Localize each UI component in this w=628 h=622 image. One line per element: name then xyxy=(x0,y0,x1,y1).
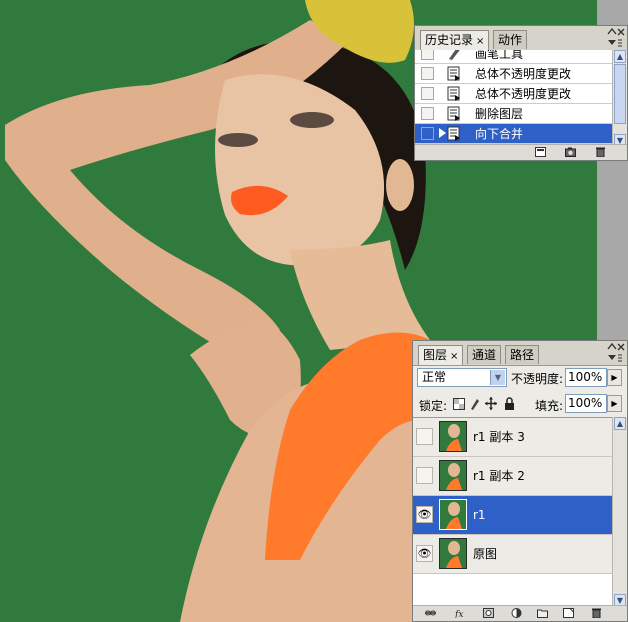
history-state-icon xyxy=(447,126,460,141)
tab-layers-label: 图层 xyxy=(423,348,448,362)
lock-image-pixels-brush-icon[interactable] xyxy=(469,397,481,410)
layer-row[interactable]: 👁 原图 xyxy=(413,535,612,574)
new-layer-icon[interactable] xyxy=(563,608,574,618)
layers-tabbar: 图层 × 通道 路径 xyxy=(413,341,627,366)
tab-channels-label: 通道 xyxy=(472,348,497,362)
scroll-thumb[interactable] xyxy=(614,64,626,124)
blend-mode-value: 正常 xyxy=(422,370,447,384)
group-folder-icon[interactable] xyxy=(537,608,548,618)
tab-paths-label: 路径 xyxy=(510,348,535,362)
brush-icon xyxy=(449,50,460,60)
blend-opacity-row: 正常 ▼ 不透明度: 100% ▶ xyxy=(413,366,627,392)
collapse-icon[interactable] xyxy=(607,27,625,39)
history-item-label: 删除图层 xyxy=(475,107,524,121)
opacity-label: 不透明度: xyxy=(511,372,564,386)
layer-thumbnail[interactable] xyxy=(439,460,467,491)
blend-mode-select[interactable]: 正常 ▼ xyxy=(417,368,507,387)
layer-name[interactable]: r1 副本 2 xyxy=(473,457,525,495)
history-item-label: 总体不透明度更改 xyxy=(475,67,572,81)
trash-icon[interactable] xyxy=(595,147,606,157)
right-eye xyxy=(290,112,334,128)
history-state-icon xyxy=(447,106,460,121)
tab-channels[interactable]: 通道 xyxy=(467,345,502,364)
mask-icon[interactable] xyxy=(483,608,494,618)
history-item-label: 向下合并 xyxy=(475,127,524,141)
fill-input[interactable]: 100% xyxy=(565,394,607,413)
history-tabbar: 历史记录 × 动作 xyxy=(415,26,627,51)
chevron-down-icon: ▼ xyxy=(490,370,505,385)
svg-text:fx: fx xyxy=(455,610,463,618)
history-item-label: 画笔工具 xyxy=(475,50,524,61)
layers-scrollbar[interactable]: ▲ ▼ xyxy=(612,417,627,607)
scroll-up-icon[interactable]: ▲ xyxy=(614,50,626,63)
lock-transparent-pixels-icon[interactable] xyxy=(453,398,465,410)
history-footer xyxy=(415,144,627,160)
layer-name[interactable]: r1 xyxy=(473,496,486,534)
panel-menu-icon[interactable] xyxy=(607,354,623,365)
history-item[interactable]: 总体不透明度更改 xyxy=(415,84,612,104)
adjustment-layer-icon[interactable] xyxy=(511,608,522,618)
layers-list[interactable]: r1 副本 3 r1 副本 2 👁 r1 👁 原图 xyxy=(413,417,612,608)
opacity-value: 100% xyxy=(568,370,603,384)
tab-layers[interactable]: 图层 × xyxy=(418,345,464,365)
snapshot-source-checkbox[interactable] xyxy=(421,87,434,100)
trash-icon[interactable] xyxy=(591,608,602,618)
visibility-toggle-off[interactable] xyxy=(416,467,433,484)
history-state-icon xyxy=(447,86,460,101)
close-icon[interactable]: × xyxy=(476,36,484,47)
snapshot-source-checkbox[interactable] xyxy=(421,50,434,60)
history-item[interactable]: 删除图层 xyxy=(415,104,612,124)
lock-position-move-icon[interactable] xyxy=(485,397,497,410)
close-icon[interactable]: × xyxy=(450,351,458,362)
history-scrollbar[interactable]: ▲ ▼ xyxy=(612,50,627,147)
tab-actions-label: 动作 xyxy=(498,33,523,47)
history-state-icon xyxy=(447,66,460,81)
layer-name[interactable]: r1 副本 3 xyxy=(473,418,525,456)
visibility-toggle-off[interactable] xyxy=(416,428,433,445)
history-item[interactable]: 总体不透明度更改 xyxy=(415,64,612,84)
eye-icon[interactable]: 👁 xyxy=(416,506,433,523)
left-eye xyxy=(218,133,258,147)
tab-paths[interactable]: 路径 xyxy=(505,345,540,364)
snapshot-source-checkbox[interactable] xyxy=(421,127,434,140)
history-item-label: 总体不透明度更改 xyxy=(475,87,572,101)
eye-icon[interactable]: 👁 xyxy=(416,545,433,562)
layer-name[interactable]: 原图 xyxy=(473,535,497,573)
new-document-from-state-icon[interactable] xyxy=(535,147,546,157)
lock-all-padlock-icon[interactable] xyxy=(504,397,515,410)
tab-history[interactable]: 历史记录 × xyxy=(420,30,490,50)
lock-fill-row: 锁定: 填充: 100% ▶ xyxy=(413,392,627,418)
layer-thumbnail[interactable] xyxy=(439,421,467,452)
panel-menu-icon[interactable] xyxy=(607,39,623,50)
history-item-selected[interactable]: 向下合并 xyxy=(415,124,612,144)
tab-actions[interactable]: 动作 xyxy=(493,30,528,49)
layer-row[interactable]: r1 副本 2 xyxy=(413,457,612,496)
fill-slider-arrow-icon[interactable]: ▶ xyxy=(607,395,622,412)
snapshot-source-checkbox[interactable] xyxy=(421,67,434,80)
link-icon[interactable] xyxy=(425,608,436,618)
layer-thumbnail[interactable] xyxy=(439,499,467,530)
tab-history-label: 历史记录 xyxy=(425,33,474,47)
opacity-slider-arrow-icon[interactable]: ▶ xyxy=(607,369,622,386)
scroll-up-icon[interactable]: ▲ xyxy=(614,417,626,430)
lock-label: 锁定: xyxy=(419,399,448,413)
history-panel: 历史记录 × 动作 画笔工具 总体不透明度更改 总体不透明度更改 删除图层 向下… xyxy=(414,25,628,161)
layer-thumbnail[interactable] xyxy=(439,538,467,569)
history-state-slider-icon[interactable] xyxy=(439,128,446,138)
layers-panel: 图层 × 通道 路径 正常 ▼ 不透明度: 100% ▶ 锁定: 填充: 100… xyxy=(412,340,628,622)
fill-value: 100% xyxy=(568,396,603,410)
history-list[interactable]: 画笔工具 总体不透明度更改 总体不透明度更改 删除图层 向下合并 xyxy=(415,50,612,147)
fx-icon[interactable]: fx xyxy=(455,608,466,618)
opacity-input[interactable]: 100% xyxy=(565,368,607,387)
fill-label: 填充: xyxy=(535,399,564,413)
layer-row[interactable]: r1 副本 3 xyxy=(413,418,612,457)
snapshot-source-checkbox[interactable] xyxy=(421,107,434,120)
layer-row-selected[interactable]: 👁 r1 xyxy=(413,496,612,535)
history-item[interactable]: 画笔工具 xyxy=(415,50,612,64)
ear xyxy=(386,159,414,211)
collapse-icon[interactable] xyxy=(607,342,625,354)
layers-footer: fx xyxy=(413,605,627,621)
snapshot-camera-icon[interactable] xyxy=(565,147,576,157)
